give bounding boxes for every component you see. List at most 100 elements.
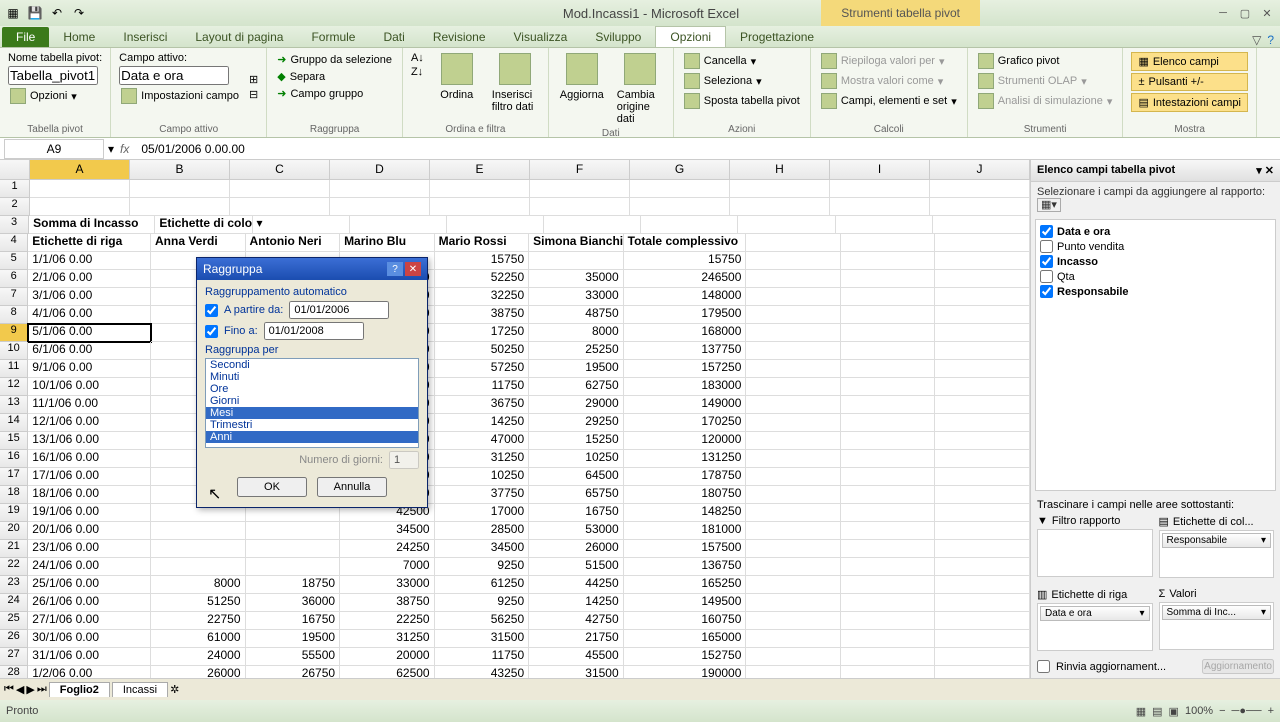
layout-icon[interactable]: ▦▾: [1037, 198, 1061, 212]
cell[interactable]: 38750: [435, 306, 530, 324]
field-responsabile[interactable]: Responsabile: [1040, 284, 1271, 299]
cell[interactable]: 31250: [340, 630, 435, 648]
headers-toggle[interactable]: ▤Intestazioni campi: [1131, 93, 1247, 112]
new-sheet-icon[interactable]: ✲: [170, 683, 179, 696]
cell[interactable]: [830, 180, 930, 198]
cell[interactable]: [935, 504, 1030, 522]
field-list-toggle[interactable]: ▦Elenco campi: [1131, 52, 1247, 71]
group-selection-button[interactable]: ➜Gruppo da selezione: [275, 52, 394, 67]
cell[interactable]: [841, 270, 936, 288]
zoom-out-icon[interactable]: −: [1219, 705, 1225, 717]
group-option[interactable]: Anni: [206, 431, 418, 443]
cell[interactable]: [935, 252, 1030, 270]
cell[interactable]: [935, 630, 1030, 648]
cell[interactable]: Mario Rossi: [435, 234, 530, 252]
cell[interactable]: 190000: [624, 666, 747, 678]
cell[interactable]: [935, 450, 1030, 468]
cell[interactable]: [746, 630, 841, 648]
cell[interactable]: 47000: [435, 432, 530, 450]
cell[interactable]: [430, 180, 530, 198]
cell[interactable]: 65750: [529, 486, 624, 504]
cell[interactable]: 15750: [435, 252, 530, 270]
col-header-H[interactable]: H: [730, 160, 830, 179]
cell[interactable]: [746, 450, 841, 468]
row-header[interactable]: 10: [0, 342, 28, 360]
name-box[interactable]: [4, 139, 104, 159]
cell[interactable]: 120000: [624, 432, 747, 450]
cell[interactable]: [935, 306, 1030, 324]
cell[interactable]: 37750: [435, 486, 530, 504]
cell[interactable]: 29250: [529, 414, 624, 432]
cell[interactable]: 35000: [529, 270, 624, 288]
row-header[interactable]: 12: [0, 378, 28, 396]
cell[interactable]: [130, 198, 230, 216]
cell[interactable]: 61250: [435, 576, 530, 594]
cell[interactable]: Totale complessivo: [624, 234, 747, 252]
row-header[interactable]: 25: [0, 612, 28, 630]
cell[interactable]: [841, 468, 936, 486]
group-option[interactable]: Giorni: [206, 395, 418, 407]
cell[interactable]: Etichette di riga: [28, 234, 151, 252]
save-icon[interactable]: 💾: [26, 4, 44, 22]
fieldlist-close-icon[interactable]: ✕: [1265, 165, 1274, 177]
row-header[interactable]: 1: [0, 180, 30, 198]
cell[interactable]: 180750: [624, 486, 747, 504]
cell[interactable]: [230, 180, 330, 198]
cell[interactable]: [746, 396, 841, 414]
cell[interactable]: 64500: [529, 468, 624, 486]
tab-sviluppo[interactable]: Sviluppo: [581, 27, 655, 47]
expand-icon[interactable]: ⊞: [249, 73, 258, 86]
cell[interactable]: [151, 558, 246, 576]
cell[interactable]: 2/1/06 0.00: [28, 270, 151, 288]
tab-home[interactable]: Home: [49, 27, 109, 47]
cell[interactable]: 61000: [151, 630, 246, 648]
cell[interactable]: [930, 198, 1030, 216]
cell[interactable]: 178750: [624, 468, 747, 486]
row-header[interactable]: 21: [0, 540, 28, 558]
rows-dropzone[interactable]: Data e ora▾: [1037, 603, 1153, 651]
active-field-input[interactable]: [119, 66, 229, 85]
cell[interactable]: 57250: [435, 360, 530, 378]
cell[interactable]: [746, 360, 841, 378]
group-option[interactable]: Ore: [206, 383, 418, 395]
row-header[interactable]: 8: [0, 306, 28, 324]
cell[interactable]: 26750: [246, 666, 341, 678]
cell[interactable]: 51500: [529, 558, 624, 576]
group-option[interactable]: Minuti: [206, 371, 418, 383]
cell[interactable]: 148250: [624, 504, 747, 522]
cell[interactable]: 17/1/06 0.00: [28, 468, 151, 486]
cell[interactable]: 62750: [529, 378, 624, 396]
cell[interactable]: [841, 234, 936, 252]
cell[interactable]: 56250: [435, 612, 530, 630]
col-header-I[interactable]: I: [830, 160, 930, 179]
col-header-D[interactable]: D: [330, 160, 430, 179]
cell[interactable]: 24250: [340, 540, 435, 558]
fields-items-button[interactable]: Campi, elementi e set ▾: [819, 92, 959, 110]
cell[interactable]: 3/1/06 0.00: [28, 288, 151, 306]
cell[interactable]: 15250: [529, 432, 624, 450]
cell[interactable]: 16/1/06 0.00: [28, 450, 151, 468]
cell[interactable]: [746, 486, 841, 504]
refresh-button[interactable]: Aggiorna: [557, 52, 607, 126]
cell[interactable]: 170250: [624, 414, 747, 432]
cell[interactable]: [935, 594, 1030, 612]
cell[interactable]: 18750: [246, 576, 341, 594]
collapse-icon[interactable]: ⊟: [249, 88, 258, 101]
end-date-input[interactable]: [264, 322, 364, 340]
cell[interactable]: [841, 594, 936, 612]
cell[interactable]: [935, 648, 1030, 666]
minimize-icon[interactable]: ─: [1214, 5, 1232, 21]
cell[interactable]: 32250: [435, 288, 530, 306]
cell[interactable]: [935, 288, 1030, 306]
dialog-close-icon[interactable]: ✕: [405, 262, 421, 276]
cell[interactable]: [738, 216, 835, 234]
cell[interactable]: [935, 378, 1030, 396]
cell[interactable]: [746, 522, 841, 540]
ungroup-button[interactable]: ◆Separa: [275, 69, 394, 84]
zoom-slider[interactable]: ─●──: [1232, 705, 1262, 717]
cell[interactable]: 11750: [435, 648, 530, 666]
row-header[interactable]: 15: [0, 432, 28, 450]
fx-icon[interactable]: fx: [114, 142, 135, 156]
cell[interactable]: [841, 432, 936, 450]
view-normal-icon[interactable]: ▦: [1136, 705, 1146, 718]
